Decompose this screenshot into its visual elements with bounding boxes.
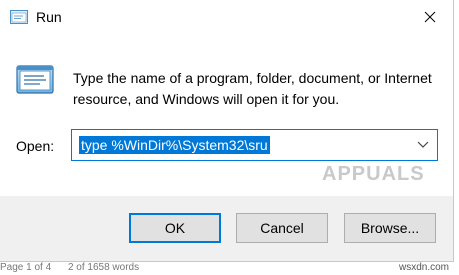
background-status-bar: Page 1 of 4 2 of 1658 words bbox=[0, 262, 459, 275]
close-icon bbox=[424, 11, 436, 23]
ok-button[interactable]: OK bbox=[129, 213, 221, 243]
word-count: 2 of 1658 words bbox=[67, 262, 140, 273]
site-watermark: wsxdn.com bbox=[398, 262, 449, 273]
close-button[interactable] bbox=[407, 0, 453, 34]
open-combobox[interactable]: type %WinDir%\System32\sru bbox=[71, 129, 438, 161]
chevron-down-icon[interactable] bbox=[417, 141, 429, 149]
run-icon bbox=[16, 65, 54, 94]
button-bar: OK Cancel Browse... bbox=[0, 196, 453, 261]
title-bar[interactable]: Run bbox=[0, 0, 453, 34]
browse-button[interactable]: Browse... bbox=[344, 213, 436, 243]
open-label: Open: bbox=[16, 138, 55, 154]
run-description: Type the name of a program, folder, docu… bbox=[73, 70, 432, 107]
cancel-button[interactable]: Cancel bbox=[236, 213, 328, 243]
window-title: Run bbox=[36, 9, 62, 25]
page-info: Page 1 of 4 bbox=[0, 262, 52, 273]
open-input[interactable]: type %WinDir%\System32\sru bbox=[79, 136, 270, 154]
run-dialog: Run Type the name of a program, folder, … bbox=[0, 0, 454, 262]
run-icon bbox=[10, 10, 28, 24]
watermark: APPUALS bbox=[322, 163, 425, 185]
